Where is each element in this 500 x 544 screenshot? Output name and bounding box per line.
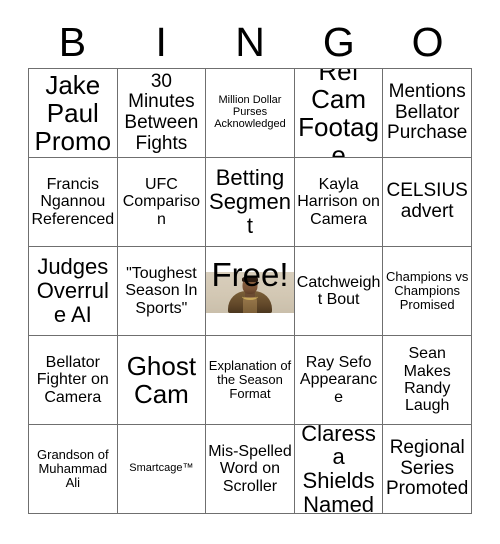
bingo-cell-label: Champions vs Champions Promised (386, 268, 469, 313)
bingo-cell-label: Catchweight Bout (296, 273, 381, 308)
bingo-cell-label: 30 Minutes Between Fights (124, 70, 199, 154)
bingo-cell-label: Bellator Fighter on Camera (36, 354, 109, 406)
bingo-cell[interactable]: Ray Sefo Appearance (294, 336, 384, 425)
bingo-cell-label: Mis-Spelled Word on Scroller (208, 443, 292, 495)
bingo-cell-label: Ray Sefo Appearance (299, 354, 378, 406)
bingo-cell-label: Ref Cam Footage (298, 69, 380, 158)
bingo-cell[interactable]: Claressa Shields Named (294, 425, 384, 514)
bingo-cell[interactable]: Mentions Bellator Purchase (383, 69, 472, 158)
bingo-cell[interactable]: UFC Comparison (117, 158, 207, 247)
bingo-header: B I N G O (28, 16, 472, 68)
bingo-header-letter-o: O (411, 18, 444, 65)
bingo-cell[interactable]: Kayla Harrison on Camera (294, 158, 384, 247)
bingo-cell-label: Kayla Harrison on Camera (297, 176, 380, 228)
bingo-header-letter-b: B (58, 18, 87, 65)
bingo-cell-label: Mentions Bellator Purchase (387, 81, 468, 144)
bingo-cell[interactable]: Francis Ngannou Referenced (29, 158, 118, 247)
bingo-cell[interactable]: 30 Minutes Between Fights (117, 69, 207, 158)
bingo-cell[interactable]: Regional Series Promoted (383, 425, 472, 514)
bingo-cell[interactable]: Jake Paul Promo (29, 69, 118, 158)
bingo-grid: Jake Paul Promo 30 Minutes Between Fights… (28, 68, 472, 514)
bingo-cell-label: Jake Paul Promo (34, 69, 112, 157)
bingo-cell-label: Regional Series Promoted (386, 437, 469, 500)
bingo-cell[interactable]: CELSIUS advert (383, 158, 472, 247)
bingo-cell-label: Judges Overrule AI (36, 254, 109, 327)
bingo-cell-label: "Toughest Season In Sports" (125, 265, 198, 317)
bingo-cell[interactable]: Betting Segment (206, 158, 295, 247)
bingo-cell[interactable]: Ghost Cam (117, 336, 207, 425)
bingo-cell[interactable]: Bellator Fighter on Camera (29, 336, 118, 425)
bingo-header-letter-n: N (235, 18, 265, 65)
bingo-cell-label: Sean Makes Randy Laugh (403, 345, 451, 415)
bingo-cell[interactable]: Mis-Spelled Word on Scroller (206, 425, 295, 514)
bingo-cell-label: Betting Segment (209, 165, 291, 238)
bingo-cell-label: Claressa Shields Named (301, 425, 376, 514)
bingo-cell[interactable]: Million Dollar Purses Acknowledged (206, 69, 295, 158)
bingo-cell[interactable]: Explanation of the Season Format (206, 336, 295, 425)
bingo-cell-label: Smartcage™ (129, 462, 194, 475)
bingo-cell[interactable]: Ref Cam Footage (294, 69, 384, 158)
bingo-cell[interactable]: Smartcage™ (117, 425, 207, 514)
bingo-cell-label: Million Dollar Purses Acknowledged (214, 94, 286, 130)
bingo-cell[interactable]: Catchweight Bout (294, 247, 384, 336)
bingo-cell-label: UFC Comparison (122, 176, 201, 228)
bingo-card: B I N G O Jake Paul Promo 30 Minutes Betw… (0, 0, 500, 544)
bingo-cell-label: Francis Ngannou Referenced (31, 176, 115, 228)
bingo-header-letter-i: I (155, 18, 167, 65)
bingo-cell[interactable]: Grandson of Muhammad Ali (29, 425, 118, 514)
bingo-cell-label: CELSIUS advert (386, 180, 468, 222)
bingo-cell-label: Ghost Cam (126, 350, 197, 409)
bingo-cell[interactable]: Sean Makes Randy Laugh (383, 336, 472, 425)
bingo-cell-label: Explanation of the Season Format (208, 357, 292, 402)
free-space-label: Free! (211, 255, 289, 293)
bingo-cell[interactable]: Judges Overrule AI (29, 247, 118, 336)
bingo-cell[interactable]: Champions vs Champions Promised (383, 247, 472, 336)
bingo-cell-free-space[interactable]: Free! (206, 247, 295, 336)
bingo-cell-label: Grandson of Muhammad Ali (37, 446, 109, 491)
bingo-header-letter-g: G (322, 18, 355, 65)
bingo-cell[interactable]: "Toughest Season In Sports" (117, 247, 207, 336)
